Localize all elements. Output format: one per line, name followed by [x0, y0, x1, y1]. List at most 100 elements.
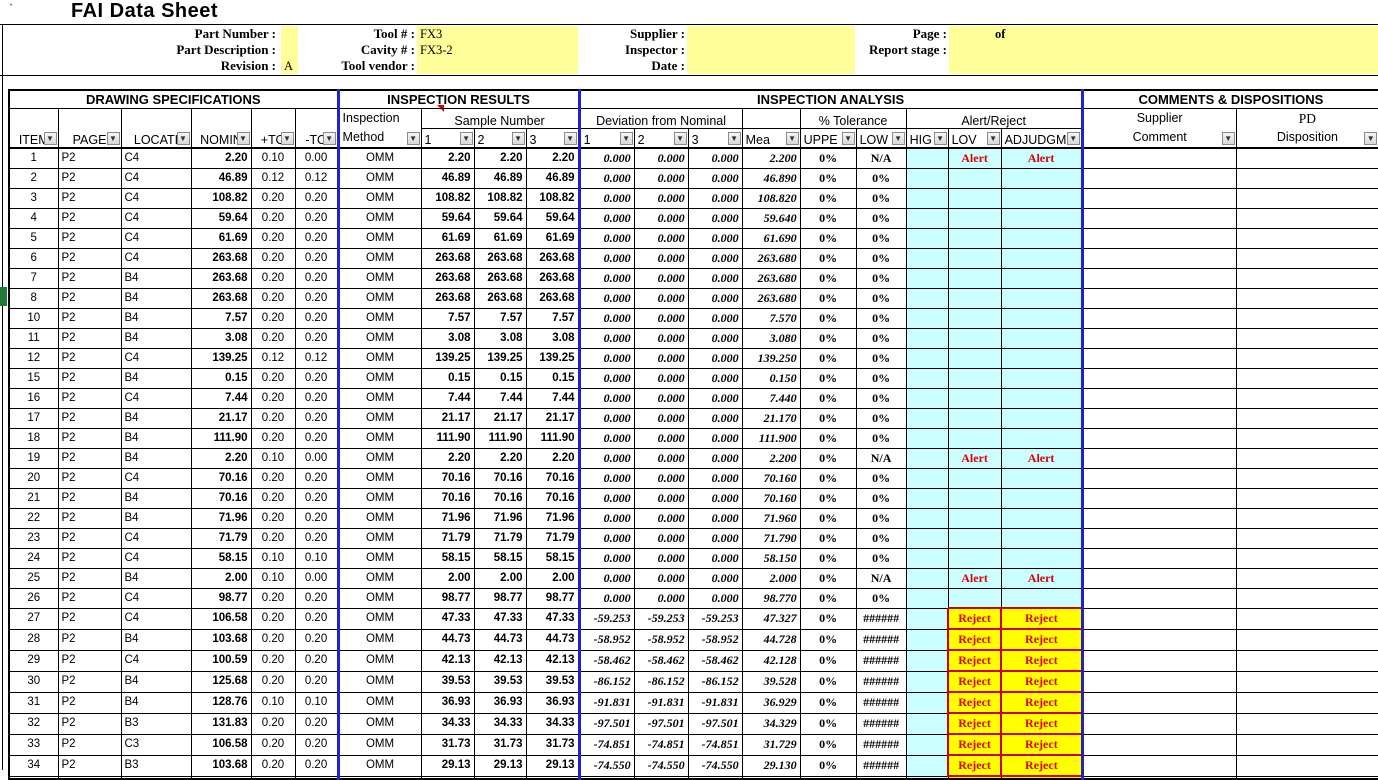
cell[interactable]: 2	[9, 168, 58, 188]
cell[interactable]	[1082, 488, 1236, 508]
cell[interactable]: 0.000	[634, 448, 688, 468]
cell[interactable]	[1001, 228, 1082, 248]
cell[interactable]: 0.20	[295, 208, 338, 228]
cell[interactable]: 28	[9, 629, 58, 650]
cell[interactable]: 71.790	[742, 528, 800, 548]
cell[interactable]	[9, 776, 58, 779]
cell[interactable]: P2	[58, 508, 121, 528]
cell[interactable]	[634, 776, 688, 779]
cell[interactable]: P2	[58, 268, 121, 288]
cell[interactable]: 31.73	[474, 734, 526, 755]
cell[interactable]: 0%	[856, 368, 906, 388]
cell[interactable]: 3.08	[191, 328, 251, 348]
cell[interactable]: 139.25	[526, 348, 579, 368]
cell[interactable]: 42.13	[526, 650, 579, 671]
cell[interactable]: 0.150	[742, 368, 800, 388]
cell[interactable]: 0%	[856, 348, 906, 368]
cell[interactable]: OMM	[338, 368, 421, 388]
filter-dropdown-icon[interactable]: ▼	[987, 132, 1000, 145]
cell[interactable]: 26	[9, 588, 58, 608]
cell[interactable]	[1082, 148, 1236, 169]
cell[interactable]: 47.33	[526, 608, 579, 629]
cell[interactable]: 7.44	[421, 388, 474, 408]
cell[interactable]: 0.20	[251, 308, 295, 328]
cell[interactable]: C4	[121, 168, 191, 188]
cell[interactable]: 70.16	[421, 488, 474, 508]
cell[interactable]: 44.73	[421, 629, 474, 650]
cell[interactable]: 2.00	[421, 568, 474, 588]
cell[interactable]: Reject	[1001, 692, 1082, 713]
cell[interactable]: B4	[121, 328, 191, 348]
cell[interactable]: Reject	[1001, 734, 1082, 755]
cell[interactable]: 0%	[800, 755, 856, 776]
cell[interactable]	[1001, 388, 1082, 408]
cell[interactable]: 0.000	[688, 248, 742, 268]
cell[interactable]	[1001, 288, 1082, 308]
cell[interactable]: 0%	[800, 248, 856, 268]
cell[interactable]: 0%	[856, 248, 906, 268]
cell[interactable]: Reject	[948, 608, 1001, 629]
cell[interactable]: 7.57	[474, 308, 526, 328]
cell[interactable]: P2	[58, 692, 121, 713]
cell[interactable]: 0.000	[688, 528, 742, 548]
cell[interactable]: 0%	[800, 692, 856, 713]
cell[interactable]: 0%	[856, 588, 906, 608]
cell[interactable]	[906, 671, 948, 692]
cell[interactable]: OMM	[338, 348, 421, 368]
cell[interactable]: 0%	[800, 528, 856, 548]
cell[interactable]	[948, 776, 1001, 779]
cell[interactable]: P2	[58, 734, 121, 755]
cell[interactable]: 34.33	[526, 713, 579, 734]
cell[interactable]: B4	[121, 448, 191, 468]
cell[interactable]: 0.12	[295, 168, 338, 188]
cell[interactable]: -58.952	[579, 629, 634, 650]
cell[interactable]: 11	[9, 328, 58, 348]
cell[interactable]	[1082, 328, 1236, 348]
cell[interactable]	[1236, 448, 1378, 468]
cell[interactable]: 7.57	[191, 308, 251, 328]
cell[interactable]	[1082, 368, 1236, 388]
cell[interactable]	[1236, 328, 1378, 348]
cell[interactable]: 70.16	[474, 488, 526, 508]
cell[interactable]: 0%	[856, 548, 906, 568]
cell[interactable]: 0.000	[688, 448, 742, 468]
cell[interactable]: 0.20	[251, 368, 295, 388]
cell[interactable]: 0.000	[579, 548, 634, 568]
cell[interactable]: -58.952	[688, 629, 742, 650]
cell[interactable]: 0%	[856, 308, 906, 328]
cell[interactable]: P2	[58, 148, 121, 169]
cell[interactable]: 106.58	[191, 608, 251, 629]
cell[interactable]	[742, 776, 800, 779]
cell[interactable]: 0.000	[634, 208, 688, 228]
cell[interactable]: 29.13	[526, 755, 579, 776]
cell[interactable]	[948, 588, 1001, 608]
cell[interactable]	[906, 508, 948, 528]
cell[interactable]: 0.000	[579, 248, 634, 268]
cell[interactable]	[906, 368, 948, 388]
cell[interactable]: 47.33	[421, 608, 474, 629]
cell[interactable]: 7.44	[526, 388, 579, 408]
cell[interactable]: 25	[9, 568, 58, 588]
cell[interactable]: 0.000	[688, 228, 742, 248]
cell[interactable]: 2.20	[421, 148, 474, 169]
cell[interactable]	[58, 776, 121, 779]
cell[interactable]: 70.16	[526, 468, 579, 488]
cell[interactable]: 0.000	[634, 308, 688, 328]
cell[interactable]	[1001, 528, 1082, 548]
cell[interactable]: P2	[58, 468, 121, 488]
cell[interactable]: 2.20	[191, 448, 251, 468]
cell[interactable]: N/A	[856, 448, 906, 468]
cell[interactable]	[1082, 428, 1236, 448]
cell[interactable]: 263.680	[742, 268, 800, 288]
cell[interactable]: OMM	[338, 168, 421, 188]
cell[interactable]: 0%	[856, 168, 906, 188]
cell[interactable]: 3.08	[474, 328, 526, 348]
cell[interactable]	[295, 776, 338, 779]
cell[interactable]: 0%	[856, 268, 906, 288]
cell[interactable]: 0.20	[251, 488, 295, 508]
cell[interactable]	[1001, 248, 1082, 268]
cell[interactable]: 24	[9, 548, 58, 568]
cell[interactable]: 0.000	[579, 508, 634, 528]
cell[interactable]: 111.90	[191, 428, 251, 448]
filter-dropdown-icon[interactable]: ▼	[512, 132, 525, 145]
